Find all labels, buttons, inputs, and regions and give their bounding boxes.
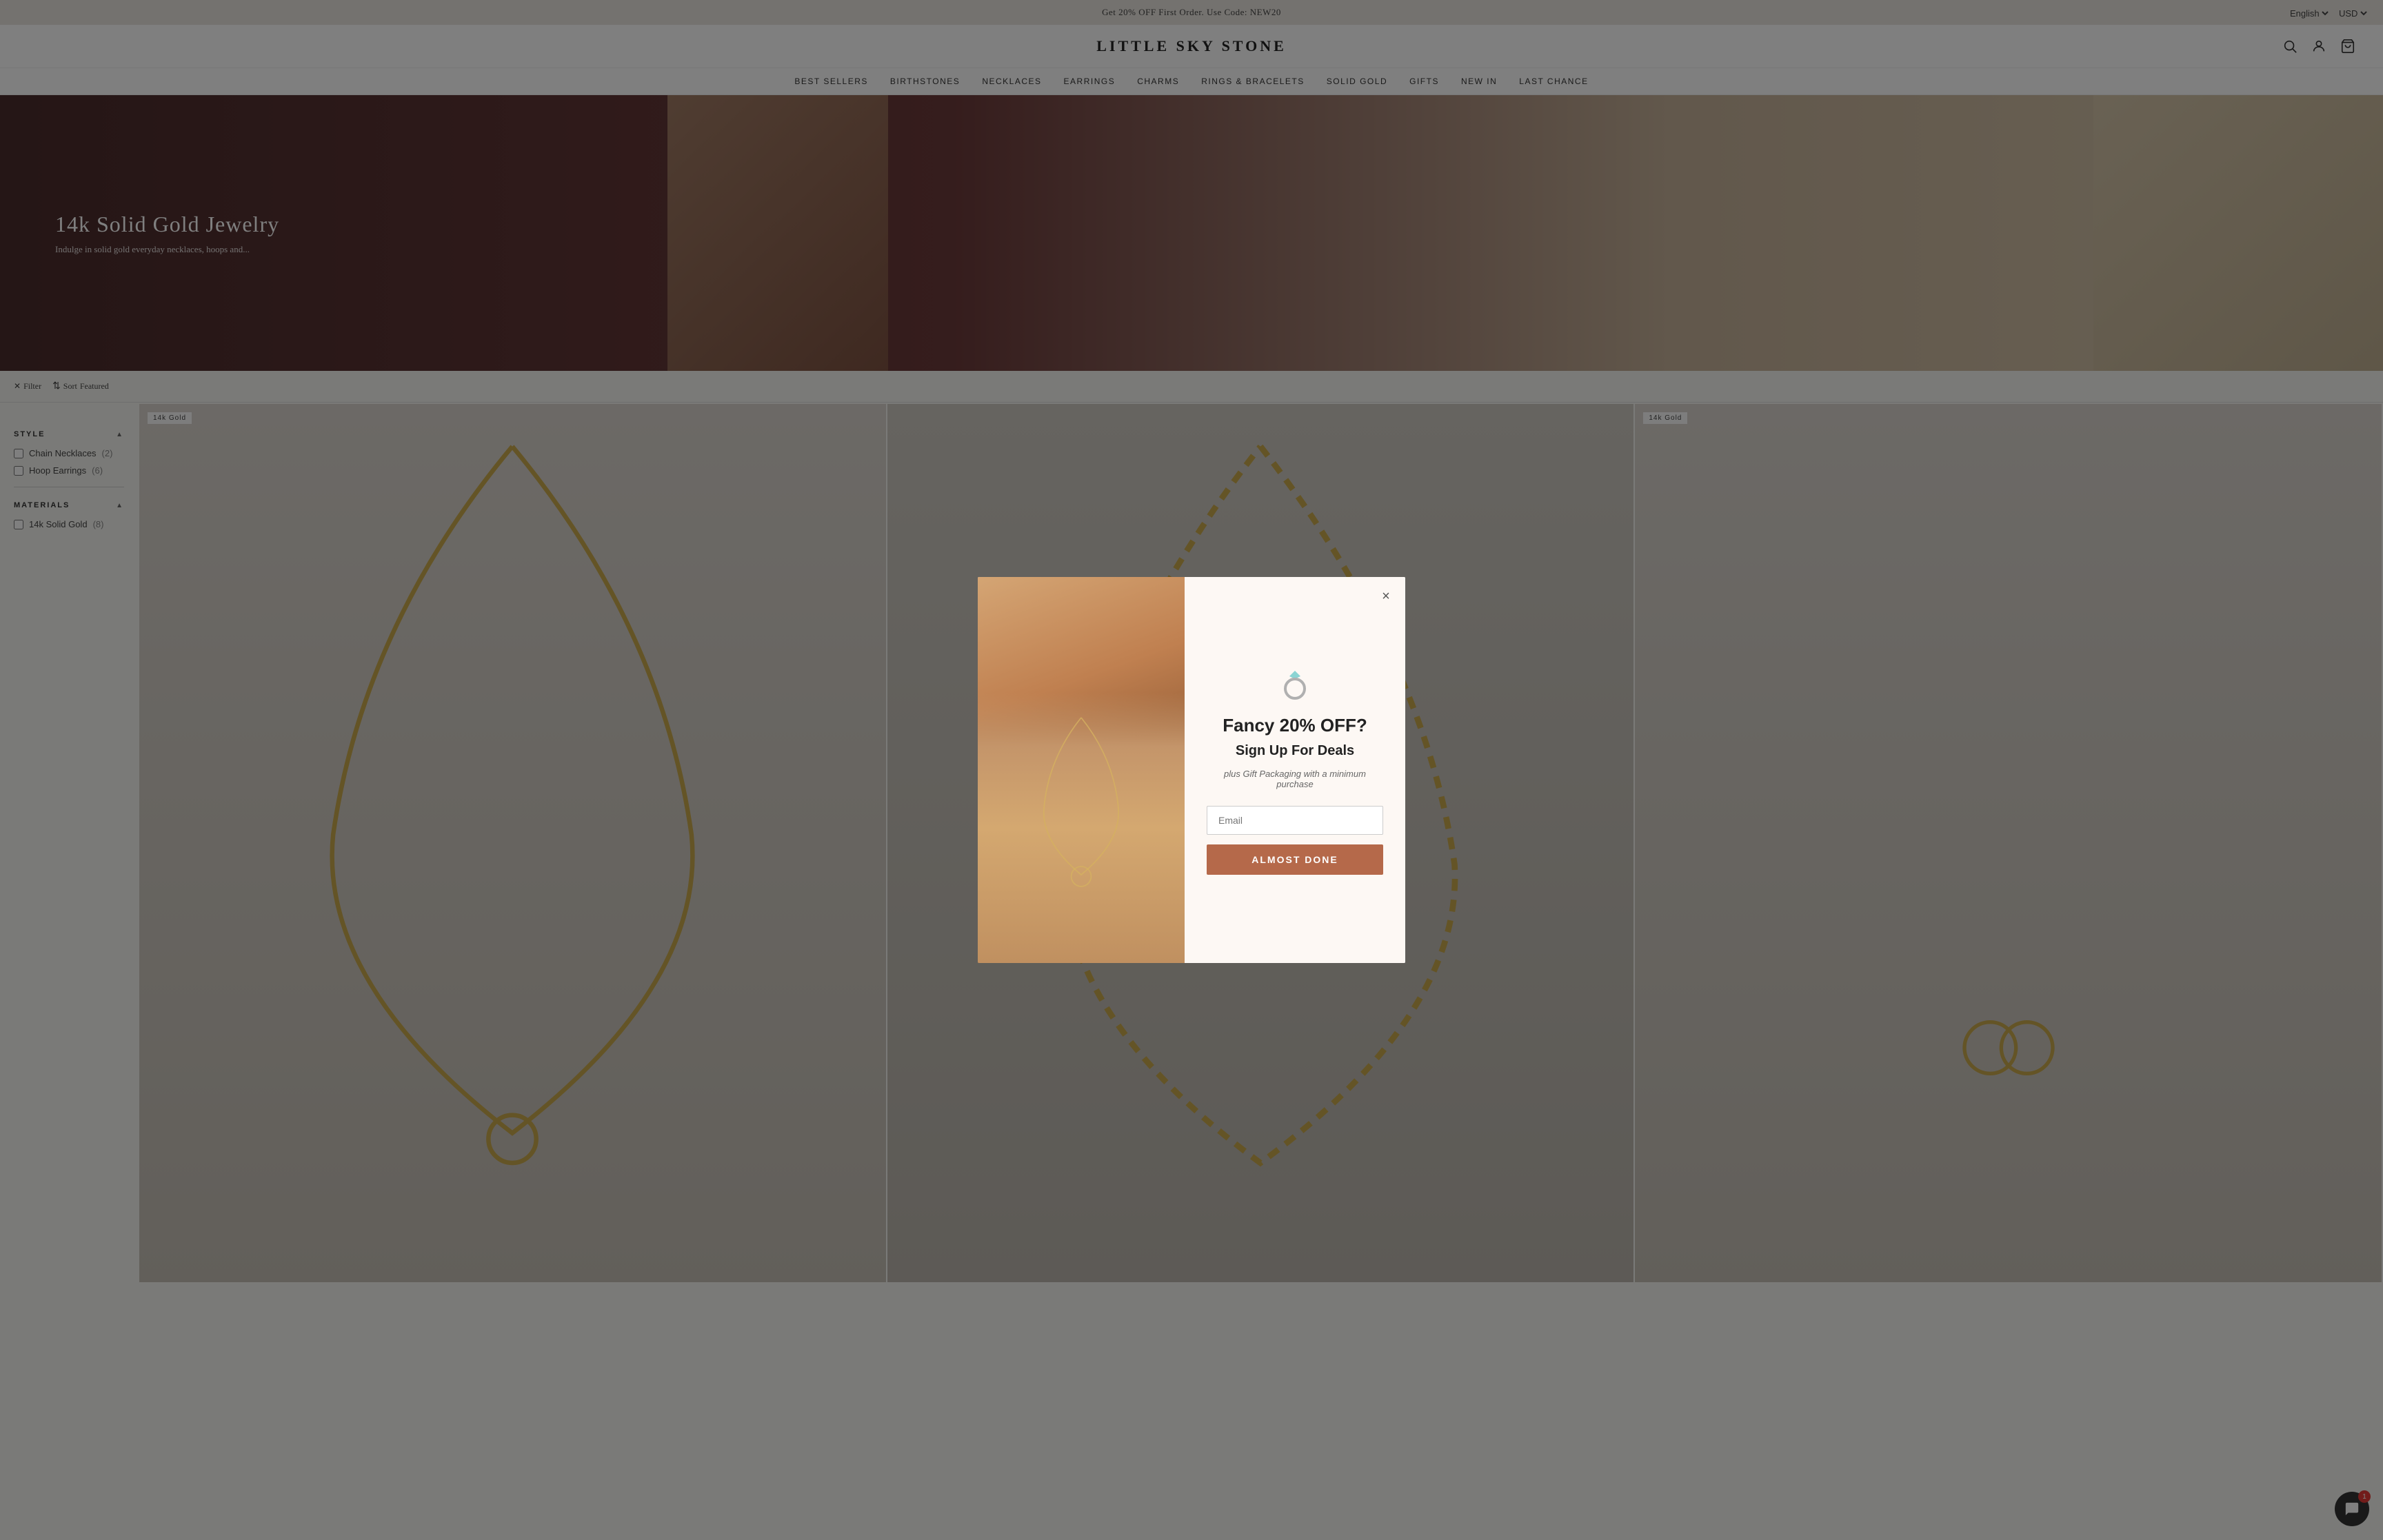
modal-subtitle: Sign Up For Deals (1236, 743, 1354, 759)
modal-content: × Fancy 20% OFF? Sign Up For Deals plus … (1185, 577, 1405, 963)
modal-overlay[interactable]: × Fancy 20% OFF? Sign Up For Deals plus … (0, 0, 2383, 1540)
popup-modal: × Fancy 20% OFF? Sign Up For Deals plus … (978, 577, 1405, 963)
modal-jewelry-image (978, 577, 1185, 963)
modal-necklace-decoration (998, 693, 1164, 924)
email-input[interactable] (1207, 806, 1383, 835)
modal-title: Fancy 20% OFF? (1223, 715, 1367, 736)
modal-image (978, 577, 1185, 963)
ring-icon (1277, 665, 1313, 701)
modal-close-button[interactable]: × (1376, 587, 1396, 606)
almost-done-button[interactable]: ALMOST DONE (1207, 844, 1383, 875)
modal-description: plus Gift Packaging with a minimum purch… (1207, 769, 1383, 789)
